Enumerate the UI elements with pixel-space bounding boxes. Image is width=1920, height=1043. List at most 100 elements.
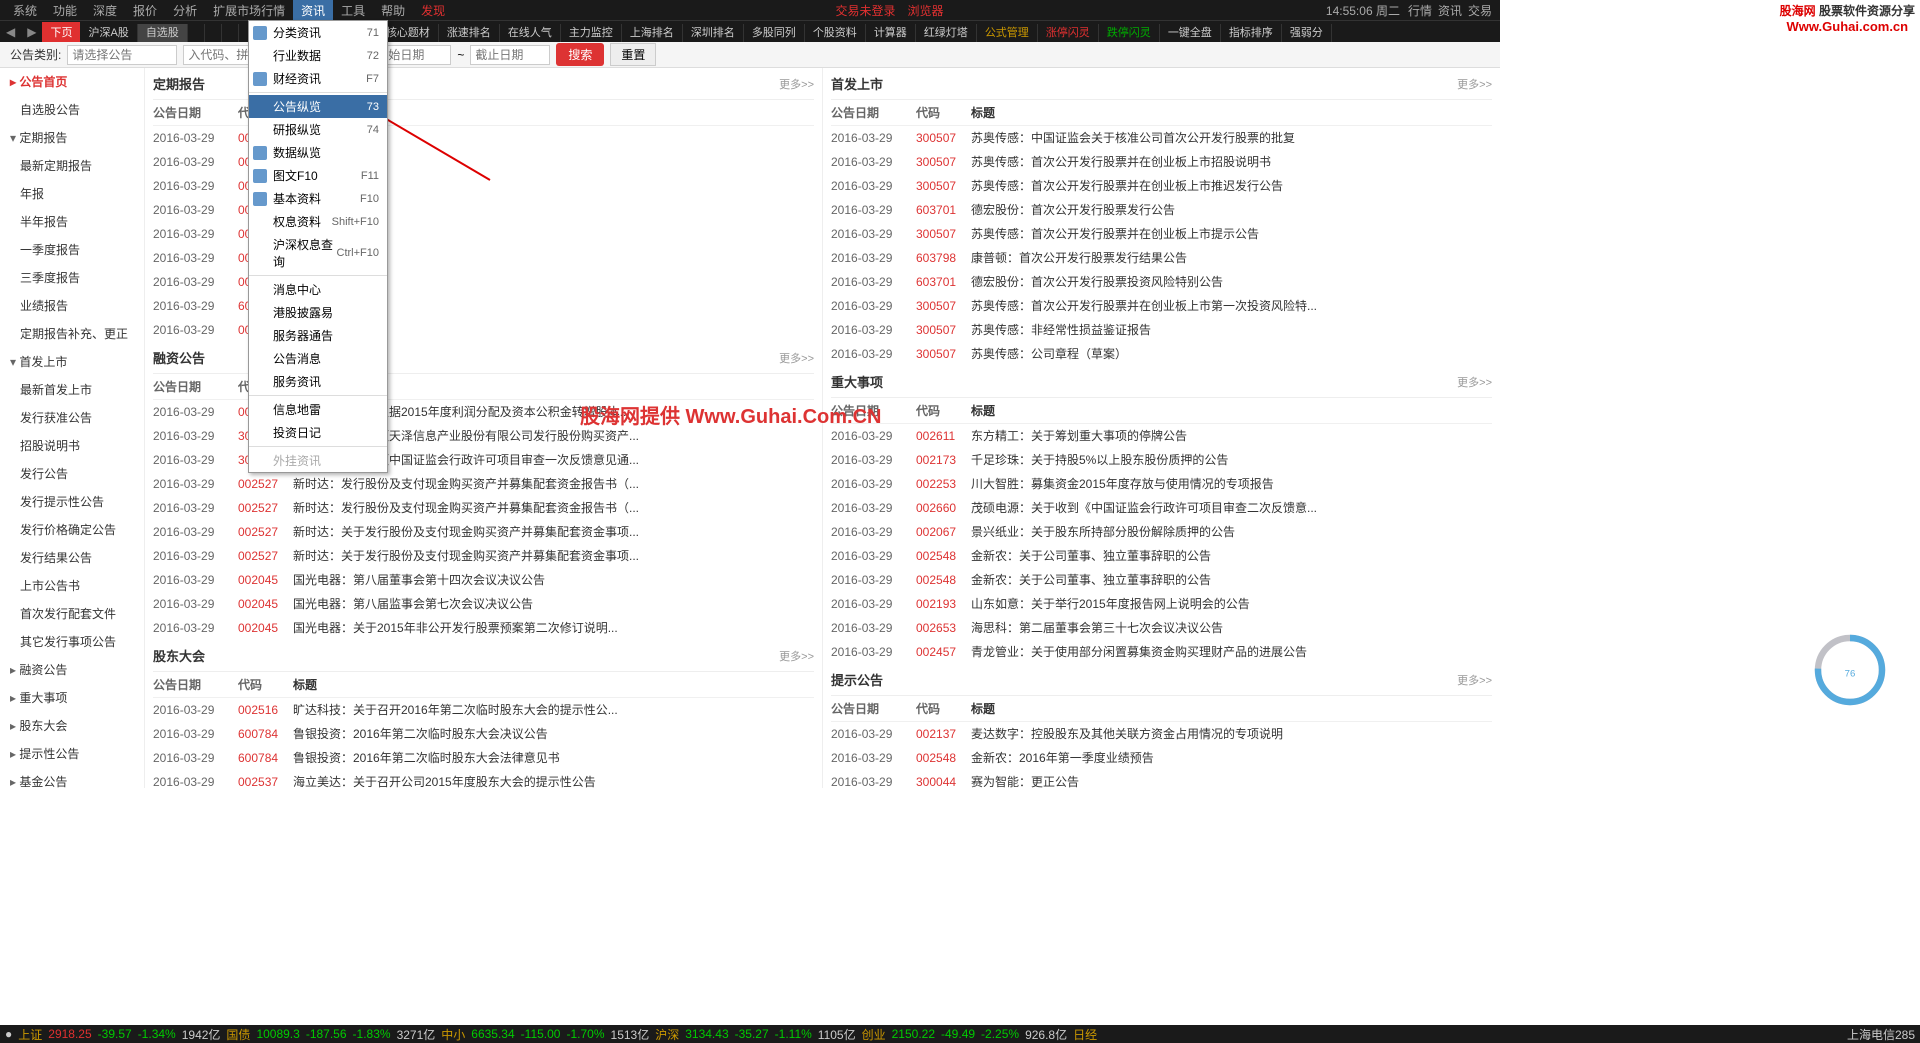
toolbar-btn-0[interactable]: 沪深A股 [80, 24, 137, 42]
sidebar-item[interactable]: 年报 [0, 180, 144, 208]
sidebar-item[interactable]: 定期报告 [0, 124, 144, 152]
menu-system[interactable]: 系统 [5, 0, 45, 21]
menu-quote[interactable]: 报价 [125, 0, 165, 21]
toolbar-btn-13[interactable]: 深圳排名 [683, 24, 744, 42]
dropdown-item[interactable]: 服务器通告 [249, 324, 387, 347]
table-row[interactable]: 2016-03-29300044赛为智能：更正公告 [831, 770, 1492, 788]
toolbar-btn-15[interactable]: 个股资料 [805, 24, 866, 42]
table-row[interactable]: 2016-03-29600784鲁银投资：2016年第二次临时股东大会决议公告 [153, 722, 814, 746]
table-row[interactable]: 2016-03-29002193山东如意：关于举行2015年度报告网上说明会的公… [831, 592, 1492, 616]
sidebar-item[interactable]: 一季度报告 [0, 236, 144, 264]
toolbar-btn-21[interactable]: 一键全盘 [1160, 24, 1221, 42]
toolbar-btn-9[interactable]: 涨速排名 [439, 24, 500, 42]
reset-button[interactable]: 重置 [610, 43, 656, 66]
menu-news[interactable]: 资讯 [293, 0, 333, 21]
table-row[interactable]: 2016-03-29300507苏奥传感：首次公开发行股票并在创业板上市招股说明… [831, 150, 1492, 174]
sidebar-item[interactable]: 发行提示性公告 [0, 488, 144, 516]
toolbar-btn-16[interactable]: 计算器 [866, 24, 916, 42]
sidebar-item[interactable]: 招股说明书 [0, 432, 144, 460]
table-row[interactable]: 2016-03-29002527新时达：发行股份及支付现金购买资产并募集配套资金… [153, 496, 814, 520]
dropdown-item[interactable]: 基本资料F10 [249, 187, 387, 210]
nav-down-button[interactable]: 下页 [42, 22, 80, 42]
dropdown-item[interactable]: 服务资讯 [249, 370, 387, 393]
dropdown-item[interactable]: 财经资讯F7 [249, 67, 387, 90]
table-row[interactable]: 2016-03-29002653海思科：第二届董事会第三十七次会议决议公告 [831, 616, 1492, 640]
sidebar-item[interactable]: 提示性公告 [0, 740, 144, 768]
toolbar-btn-17[interactable]: 红绿灯塔 [916, 24, 977, 42]
category-select[interactable] [67, 45, 177, 65]
table-row[interactable]: 2016-03-29002137麦达数字：控股股东及其他关联方资金占用情况的专项… [831, 722, 1492, 746]
dropdown-item[interactable]: 投资日记 [249, 421, 387, 444]
sidebar-item[interactable]: 自选股公告 [0, 96, 144, 124]
toolbar-btn-20[interactable]: 跌停闪灵 [1099, 24, 1160, 42]
menu-extmkt[interactable]: 扩展市场行情 [205, 0, 293, 21]
sidebar-item[interactable]: 发行价格确定公告 [0, 516, 144, 544]
sidebar-item[interactable]: 发行结果公告 [0, 544, 144, 572]
toolbar-btn-14[interactable]: 多股同列 [744, 24, 805, 42]
table-row[interactable]: 2016-03-29300507苏奥传感：首次公开发行股票并在创业板上市提示公告 [831, 222, 1492, 246]
dropdown-item[interactable]: 分类资讯71 [249, 21, 387, 44]
sidebar-item[interactable]: 发行获准公告 [0, 404, 144, 432]
table-row[interactable]: 2016-03-29002045国光电器：第八届监事会第七次会议决议公告 [153, 592, 814, 616]
table-row[interactable]: 2016-03-29002548金新农：2016年第一季度业绩预告 [831, 746, 1492, 770]
table-row[interactable]: 2016-03-29603798康普顿：首次公开发行股票发行结果公告 [831, 246, 1492, 270]
dropdown-item[interactable]: 研报纵览74 [249, 118, 387, 141]
menu-tools[interactable]: 工具 [333, 0, 373, 21]
table-row[interactable]: 2016-03-29002537海立美达：关于召开公司2015年度股东大会的提示… [153, 770, 814, 788]
table-row[interactable]: 2016-03-29300507苏奥传感：首次公开发行股票并在创业板上市第一次投… [831, 294, 1492, 318]
dropdown-item[interactable]: 公告纵览73 [249, 95, 387, 118]
toolbar-btn-19[interactable]: 涨停闪灵 [1038, 24, 1099, 42]
table-row[interactable]: 2016-03-29002527新时达：关于发行股份及支付现金购买资产并募集配套… [153, 544, 814, 568]
dropdown-item[interactable]: 权息资料Shift+F10 [249, 210, 387, 233]
table-row[interactable]: 2016-03-29002611东方精工：关于筹划重大事项的停牌公告 [831, 424, 1492, 448]
more-link[interactable]: 更多>> [779, 76, 814, 92]
table-row[interactable]: 2016-03-29300507苏奥传感：首次公开发行股票并在创业板上市推迟发行… [831, 174, 1492, 198]
nav-back-icon[interactable]: ◀ [0, 25, 21, 39]
sidebar-item[interactable]: 最新定期报告 [0, 152, 144, 180]
dropdown-item[interactable]: 信息地雷 [249, 398, 387, 421]
dropdown-item[interactable]: 图文F10F11 [249, 164, 387, 187]
table-row[interactable]: 2016-03-29002457青龙管业：关于使用部分闲置募集资金购买理财产品的… [831, 640, 1492, 664]
more-link[interactable]: 更多>> [1457, 76, 1492, 92]
table-row[interactable]: 2016-03-29600784鲁银投资：2016年第二次临时股东大会法律意见书 [153, 746, 814, 770]
more-link[interactable]: 更多>> [1457, 374, 1492, 390]
table-row[interactable]: 2016-03-29002548金新农：关于公司董事、独立董事辞职的公告 [831, 568, 1492, 592]
table-row[interactable]: 2016-03-29603701德宏股份：首次公开发行股票投资风险特别公告 [831, 270, 1492, 294]
toolbar-btn-1[interactable]: 自选股 [138, 24, 188, 42]
toolbar-btn-12[interactable]: 上海排名 [622, 24, 683, 42]
toolbar-btn-18[interactable]: 公式管理 [977, 24, 1038, 42]
table-row[interactable]: 2016-03-29002045国光电器：第八届董事会第十四次会议决议公告 [153, 568, 814, 592]
toolbar-btn-10[interactable]: 在线人气 [500, 24, 561, 42]
dropdown-item[interactable]: 公告消息 [249, 347, 387, 370]
table-row[interactable]: 2016-03-29002527新时达：关于发行股份及支付现金购买资产并募集配套… [153, 520, 814, 544]
sidebar-item[interactable]: 最新首发上市 [0, 376, 144, 404]
table-row[interactable]: 2016-03-29603701德宏股份：首次公开发行股票发行公告 [831, 198, 1492, 222]
search-button[interactable]: 搜索 [556, 43, 604, 66]
toolbar-btn-11[interactable]: 主力监控 [561, 24, 622, 42]
table-row[interactable]: 2016-03-29002045国光电器：关于2015年非公开发行股票预案第二次… [153, 616, 814, 640]
table-row[interactable]: 2016-03-29002516旷达科技：关于召开2016年第二次临时股东大会的… [153, 698, 814, 722]
dropdown-item[interactable]: 沪深权息查询Ctrl+F10 [249, 233, 387, 273]
toolbar-btn-4[interactable] [222, 24, 239, 42]
menu-depth[interactable]: 深度 [85, 0, 125, 21]
menu-analysis[interactable]: 分析 [165, 0, 205, 21]
table-row[interactable]: 2016-03-29002253川大智胜：募集资金2015年度存放与使用情况的专… [831, 472, 1492, 496]
sidebar-item[interactable]: 重大事项 [0, 684, 144, 712]
dropdown-item[interactable]: 港股披露易 [249, 301, 387, 324]
sidebar-item[interactable]: 公告首页 [0, 68, 144, 96]
more-link[interactable]: 更多>> [779, 648, 814, 664]
table-row[interactable]: 2016-03-29002527新时达：发行股份及支付现金购买资产并募集配套资金… [153, 472, 814, 496]
dropdown-item[interactable]: 消息中心 [249, 278, 387, 301]
table-row[interactable]: 2016-03-29002660茂硕电源：关于收到《中国证监会行政许可项目审查二… [831, 496, 1492, 520]
menu-discover[interactable]: 发现 [413, 0, 453, 21]
sidebar-item[interactable]: 首发上市 [0, 348, 144, 376]
sidebar-item[interactable]: 发行公告 [0, 460, 144, 488]
table-row[interactable]: 2016-03-29002173千足珍珠：关于持股5%以上股东股份质押的公告 [831, 448, 1492, 472]
more-link[interactable]: 更多>> [1457, 672, 1492, 688]
table-row[interactable]: 2016-03-29300507苏奥传感：公司章程（草案） [831, 342, 1492, 366]
menu-help[interactable]: 帮助 [373, 0, 413, 21]
toolbar-btn-2[interactable] [188, 24, 205, 42]
sidebar-item[interactable]: 上市公告书 [0, 572, 144, 600]
table-row[interactable]: 2016-03-29300507苏奥传感：中国证监会关于核准公司首次公开发行股票… [831, 126, 1492, 150]
sidebar-item[interactable]: 半年报告 [0, 208, 144, 236]
